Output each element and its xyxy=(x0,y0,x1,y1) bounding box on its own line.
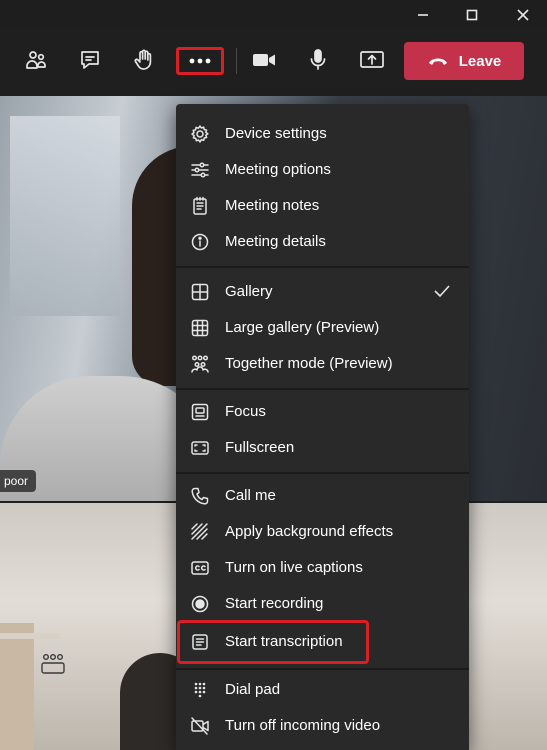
camera-button[interactable] xyxy=(246,42,282,78)
minimize-button[interactable] xyxy=(400,0,446,30)
raise-hand-button[interactable] xyxy=(126,42,162,78)
together-mode-overlay-icon xyxy=(40,652,66,681)
menu-item-label: Fullscreen xyxy=(225,439,295,456)
captions-icon xyxy=(190,558,210,578)
record-icon xyxy=(190,594,210,614)
checkmark-icon xyxy=(433,283,451,304)
menu-item-label: Gallery xyxy=(225,283,273,300)
menu-item-label: Meeting notes xyxy=(225,197,320,214)
menu-item-label: Meeting details xyxy=(225,233,326,250)
close-icon xyxy=(517,9,529,21)
menu-item-turn-off-incoming-video[interactable]: Turn off incoming video xyxy=(176,708,469,744)
menu-item-label: Start recording xyxy=(225,595,324,612)
participant-name-tag: poor xyxy=(0,470,37,492)
chat-icon xyxy=(81,51,99,69)
video-off-icon xyxy=(190,716,210,736)
notes-icon xyxy=(190,196,210,216)
menu-item-label: Apply background effects xyxy=(225,523,394,540)
raise-hand-icon xyxy=(134,49,152,70)
menu-divider xyxy=(176,266,469,268)
transcription-highlight-box xyxy=(177,620,369,664)
menu-item-label: Device settings xyxy=(225,125,327,142)
info-icon xyxy=(190,232,210,252)
background-effects-icon xyxy=(190,522,210,542)
leave-label: Leave xyxy=(458,52,502,70)
menu-item-call-me[interactable]: Call me xyxy=(176,478,469,514)
leave-button[interactable]: Leave xyxy=(404,42,524,80)
menu-item-dial-pad[interactable]: Dial pad xyxy=(176,672,469,708)
menu-divider xyxy=(176,472,469,474)
menu-item-meeting-details[interactable]: Meeting details xyxy=(176,224,469,260)
together-mode-icon xyxy=(190,354,210,374)
gallery-icon xyxy=(190,282,210,302)
meeting-toolbar: Leave xyxy=(0,30,547,113)
menu-item-label: Together mode (Preview) xyxy=(225,355,393,372)
menu-item-meeting-options[interactable]: Meeting options xyxy=(176,152,469,188)
menu-item-meeting-notes[interactable]: Meeting notes xyxy=(176,188,469,224)
maximize-icon xyxy=(466,9,478,21)
chat-button[interactable] xyxy=(72,42,108,78)
menu-item-device-settings[interactable]: Device settings xyxy=(176,116,469,152)
toolbar-divider xyxy=(236,48,237,74)
microphone-button[interactable] xyxy=(300,42,336,78)
menu-item-label: Dial pad xyxy=(225,681,281,698)
menu-item-label: Large gallery (Preview) xyxy=(225,319,380,336)
menu-item-label: Meeting options xyxy=(225,161,331,178)
menu-item-label: Call me xyxy=(225,487,276,504)
menu-item-label: Turn on live captions xyxy=(225,559,363,576)
menu-item-focus[interactable]: Focus xyxy=(176,394,469,430)
hang-up-icon xyxy=(428,58,447,65)
share-screen-button[interactable] xyxy=(354,42,390,78)
more-actions-icon xyxy=(189,58,211,64)
share-screen-icon xyxy=(360,51,384,68)
dialpad-icon xyxy=(190,680,210,700)
people-icon xyxy=(26,51,46,69)
participants-button[interactable] xyxy=(18,42,54,78)
menu-item-start-recording[interactable]: Start recording xyxy=(176,586,469,622)
menu-item-large-gallery[interactable]: Large gallery (Preview) xyxy=(176,310,469,346)
menu-item-label: Turn off incoming video xyxy=(225,717,381,734)
focus-icon xyxy=(190,402,210,422)
menu-divider xyxy=(176,668,469,670)
more-actions-button[interactable] xyxy=(176,47,224,75)
maximize-button[interactable] xyxy=(449,0,495,30)
phone-icon xyxy=(190,486,210,506)
sliders-icon xyxy=(190,160,210,180)
menu-item-live-captions[interactable]: Turn on live captions xyxy=(176,550,469,586)
menu-item-gallery[interactable]: Gallery xyxy=(176,274,469,310)
title-bar xyxy=(0,0,547,30)
more-actions-menu: Device settings Meeting options Meeting … xyxy=(176,104,469,750)
camera-icon xyxy=(253,54,275,66)
menu-item-background-effects[interactable]: Apply background effects xyxy=(176,514,469,550)
menu-item-fullscreen[interactable]: Fullscreen xyxy=(176,430,469,466)
menu-item-together-mode[interactable]: Together mode (Preview) xyxy=(176,346,469,382)
microphone-icon xyxy=(310,49,326,70)
close-window-button[interactable] xyxy=(500,0,546,30)
gear-icon xyxy=(190,124,210,144)
minimize-icon xyxy=(418,14,428,16)
menu-item-label: Focus xyxy=(225,403,266,420)
menu-divider xyxy=(176,388,469,390)
large-gallery-icon xyxy=(190,318,210,338)
fullscreen-icon xyxy=(190,438,210,458)
